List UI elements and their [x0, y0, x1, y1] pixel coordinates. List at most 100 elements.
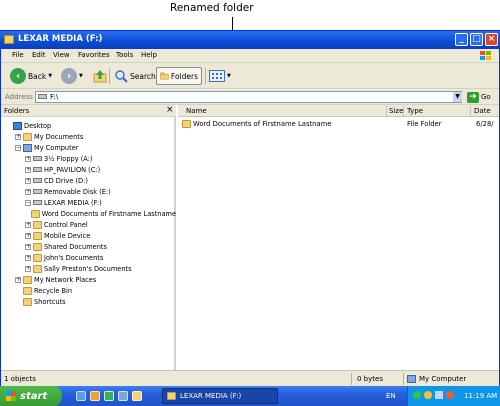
- language-indicator[interactable]: EN: [386, 392, 396, 400]
- tree-item[interactable]: + Mobile Device: [3, 230, 176, 241]
- tree-item[interactable]: Desktop: [3, 120, 176, 131]
- mobile-icon: [33, 231, 42, 240]
- tree-item-label: 3½ Floppy (A:): [44, 154, 93, 163]
- column-divider: [470, 106, 471, 116]
- folders-button[interactable]: Folders: [156, 67, 202, 85]
- go-button[interactable]: ➜ Go: [467, 91, 499, 103]
- expand-toggle[interactable]: +: [25, 232, 31, 239]
- column-type[interactable]: Type: [407, 107, 423, 115]
- expand-toggle[interactable]: +: [25, 254, 31, 261]
- folder-icon: [33, 264, 42, 273]
- tree-item[interactable]: + Removable Disk (E:): [3, 186, 176, 197]
- tree-item-label: Sally Preston's Documents: [44, 264, 132, 273]
- menu-edit[interactable]: Edit: [32, 51, 46, 59]
- folders-pane: Folders × Desktop + My Documents − My Comput…: [1, 105, 176, 370]
- menu-tools[interactable]: Tools: [116, 51, 133, 59]
- tree-item[interactable]: + Control Panel: [3, 219, 176, 230]
- quicklaunch-media-icon[interactable]: [104, 391, 114, 401]
- address-value: F:\: [50, 93, 59, 101]
- tree-item[interactable]: + My Documents: [3, 131, 176, 142]
- expand-toggle[interactable]: +: [25, 166, 31, 173]
- file-row[interactable]: Word Documents of Firstname Lastname Fil…: [178, 119, 499, 130]
- up-folder-icon: [93, 70, 107, 83]
- title-bar[interactable]: LEXAR MEDIA (F:) _ □ ×: [0, 31, 500, 49]
- tray-network-icon[interactable]: [413, 391, 421, 399]
- menu-favorites[interactable]: Favorites: [78, 51, 110, 59]
- minimize-button[interactable]: _: [455, 33, 468, 46]
- tree-item-label: Shared Documents: [44, 242, 107, 251]
- status-location: My Computer: [419, 375, 467, 383]
- tree-item[interactable]: +3½ Floppy (A:): [3, 153, 176, 164]
- menu-file[interactable]: File: [12, 51, 24, 59]
- recycle-bin-icon: [23, 286, 32, 295]
- file-name: Word Documents of Firstname Lastname: [193, 120, 332, 128]
- collapse-toggle[interactable]: −: [25, 199, 31, 206]
- expand-toggle[interactable]: +: [25, 177, 31, 184]
- collapse-toggle[interactable]: −: [15, 144, 21, 151]
- drive-icon: [33, 189, 42, 194]
- callout-label: Renamed folder: [170, 2, 254, 14]
- column-name[interactable]: Name: [186, 107, 207, 115]
- tree-item[interactable]: Recycle Bin: [3, 285, 176, 296]
- tree-item[interactable]: + My Network Places: [3, 274, 176, 285]
- tree-item[interactable]: + Sally Preston's Documents: [3, 263, 176, 274]
- toolbar: ‹ Back ▼ › ▼ Search Folders ▼: [1, 63, 499, 89]
- tree-item[interactable]: Word Documents of Firstname Lastname: [3, 208, 176, 219]
- expand-toggle[interactable]: +: [25, 243, 31, 250]
- address-input[interactable]: F:\: [35, 91, 462, 103]
- taskbar-window-label: LEXAR MEDIA (F:): [180, 392, 242, 400]
- tree-item[interactable]: Shortcuts: [3, 296, 176, 307]
- up-folder-button[interactable]: [93, 67, 107, 85]
- start-button[interactable]: start: [0, 386, 62, 406]
- address-dropdown[interactable]: ▼: [453, 92, 462, 102]
- folder-icon: [33, 253, 42, 262]
- file-list-header: Name Size Type Date: [178, 105, 499, 117]
- drive-icon: [33, 200, 42, 205]
- tree-item-label: My Network Places: [34, 275, 97, 284]
- tree-item[interactable]: − LEXAR MEDIA (F:): [3, 197, 176, 208]
- tree-item[interactable]: + CD Drive (D:): [3, 175, 176, 186]
- close-button[interactable]: ×: [485, 33, 498, 46]
- chevron-down-icon: ▼: [227, 73, 231, 79]
- folders-pane-title: Folders: [4, 107, 30, 115]
- quicklaunch-mail-icon[interactable]: [90, 391, 100, 401]
- close-icon[interactable]: ×: [166, 105, 174, 115]
- column-date[interactable]: Date: [474, 107, 491, 115]
- maximize-button[interactable]: □: [470, 33, 483, 46]
- tree-item-label: Recycle Bin: [34, 286, 73, 295]
- quicklaunch-folder-icon[interactable]: [132, 391, 142, 401]
- column-size[interactable]: Size: [389, 107, 403, 115]
- expand-toggle[interactable]: +: [25, 155, 31, 162]
- tray-alert-icon[interactable]: [446, 391, 454, 399]
- system-tray: 11:19 AM: [407, 386, 500, 406]
- clock[interactable]: 11:19 AM: [464, 392, 497, 400]
- tray-speaker-icon[interactable]: [435, 391, 443, 399]
- tree-item-label: LEXAR MEDIA (F:): [44, 198, 102, 207]
- search-button[interactable]: Search: [114, 67, 156, 85]
- taskbar-window-button[interactable]: LEXAR MEDIA (F:): [162, 388, 278, 404]
- quicklaunch-browser-icon[interactable]: [76, 391, 86, 401]
- tree-item[interactable]: + Shared Documents: [3, 241, 176, 252]
- menu-help[interactable]: Help: [141, 51, 157, 59]
- quicklaunch-desktop-icon[interactable]: [118, 391, 128, 401]
- drive-icon: [38, 94, 47, 99]
- back-button[interactable]: ‹ Back ▼: [10, 67, 52, 85]
- go-label: Go: [481, 93, 491, 101]
- status-divider: [351, 373, 352, 385]
- tray-security-icon[interactable]: [424, 391, 432, 399]
- expand-toggle[interactable]: +: [25, 188, 31, 195]
- menu-view[interactable]: View: [53, 51, 70, 59]
- expand-toggle[interactable]: +: [25, 221, 31, 228]
- expand-toggle[interactable]: +: [25, 265, 31, 272]
- tree-item[interactable]: + John's Documents: [3, 252, 176, 263]
- views-button[interactable]: ▼: [209, 67, 231, 85]
- column-divider: [386, 106, 387, 116]
- status-size: 0 bytes: [357, 375, 383, 383]
- forward-button[interactable]: › ▼: [61, 67, 83, 85]
- tree-item[interactable]: − My Computer: [3, 142, 176, 153]
- tree-item[interactable]: + HP_PAVILION (C:): [3, 164, 176, 175]
- address-bar: Address F:\ ▼ ➜ Go: [1, 89, 499, 105]
- expand-toggle[interactable]: +: [15, 276, 21, 283]
- expand-toggle[interactable]: +: [15, 133, 21, 140]
- tree-item-label: Shortcuts: [34, 297, 66, 306]
